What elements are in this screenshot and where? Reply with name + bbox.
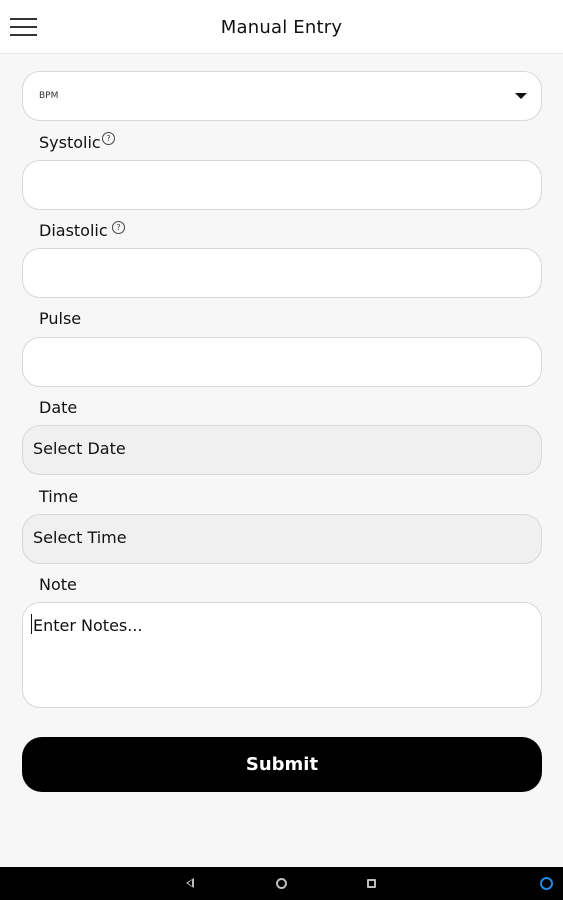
notes-textarea[interactable]: Enter Notes... [22, 602, 542, 708]
time-picker-placeholder: Select Time [33, 528, 127, 547]
systolic-label: Systolic [39, 133, 101, 152]
page-title: Manual Entry [220, 17, 343, 38]
time-label: Time [39, 487, 79, 506]
app-root: Manual Entry BPM Systolic ? Diastolic ? … [0, 0, 563, 900]
systolic-help-icon[interactable]: ? [102, 132, 115, 145]
diastolic-label: Diastolic [39, 221, 108, 240]
unit-select[interactable]: BPM [22, 71, 542, 121]
home-icon[interactable] [276, 878, 287, 889]
text-cursor [31, 614, 32, 634]
time-picker[interactable]: Select Time [22, 514, 542, 564]
back-icon[interactable] [186, 878, 194, 888]
recents-icon[interactable] [367, 879, 376, 888]
app-bar: Manual Entry [0, 0, 563, 54]
unit-select-value: BPM [39, 91, 59, 101]
systolic-input[interactable] [22, 160, 542, 210]
assistant-icon[interactable] [540, 877, 553, 890]
pulse-input[interactable] [22, 337, 542, 387]
date-label: Date [39, 398, 78, 417]
diastolic-help-icon[interactable]: ? [112, 221, 125, 234]
note-label: Note [39, 575, 77, 594]
diastolic-input[interactable] [22, 248, 542, 298]
system-nav-bar [0, 867, 563, 900]
date-picker[interactable]: Select Date [22, 425, 542, 475]
date-picker-placeholder: Select Date [33, 439, 126, 458]
submit-button[interactable]: Submit [22, 737, 542, 792]
notes-placeholder: Enter Notes... [33, 616, 143, 635]
dropdown-caret-icon [515, 93, 527, 99]
pulse-label: Pulse [39, 309, 82, 328]
